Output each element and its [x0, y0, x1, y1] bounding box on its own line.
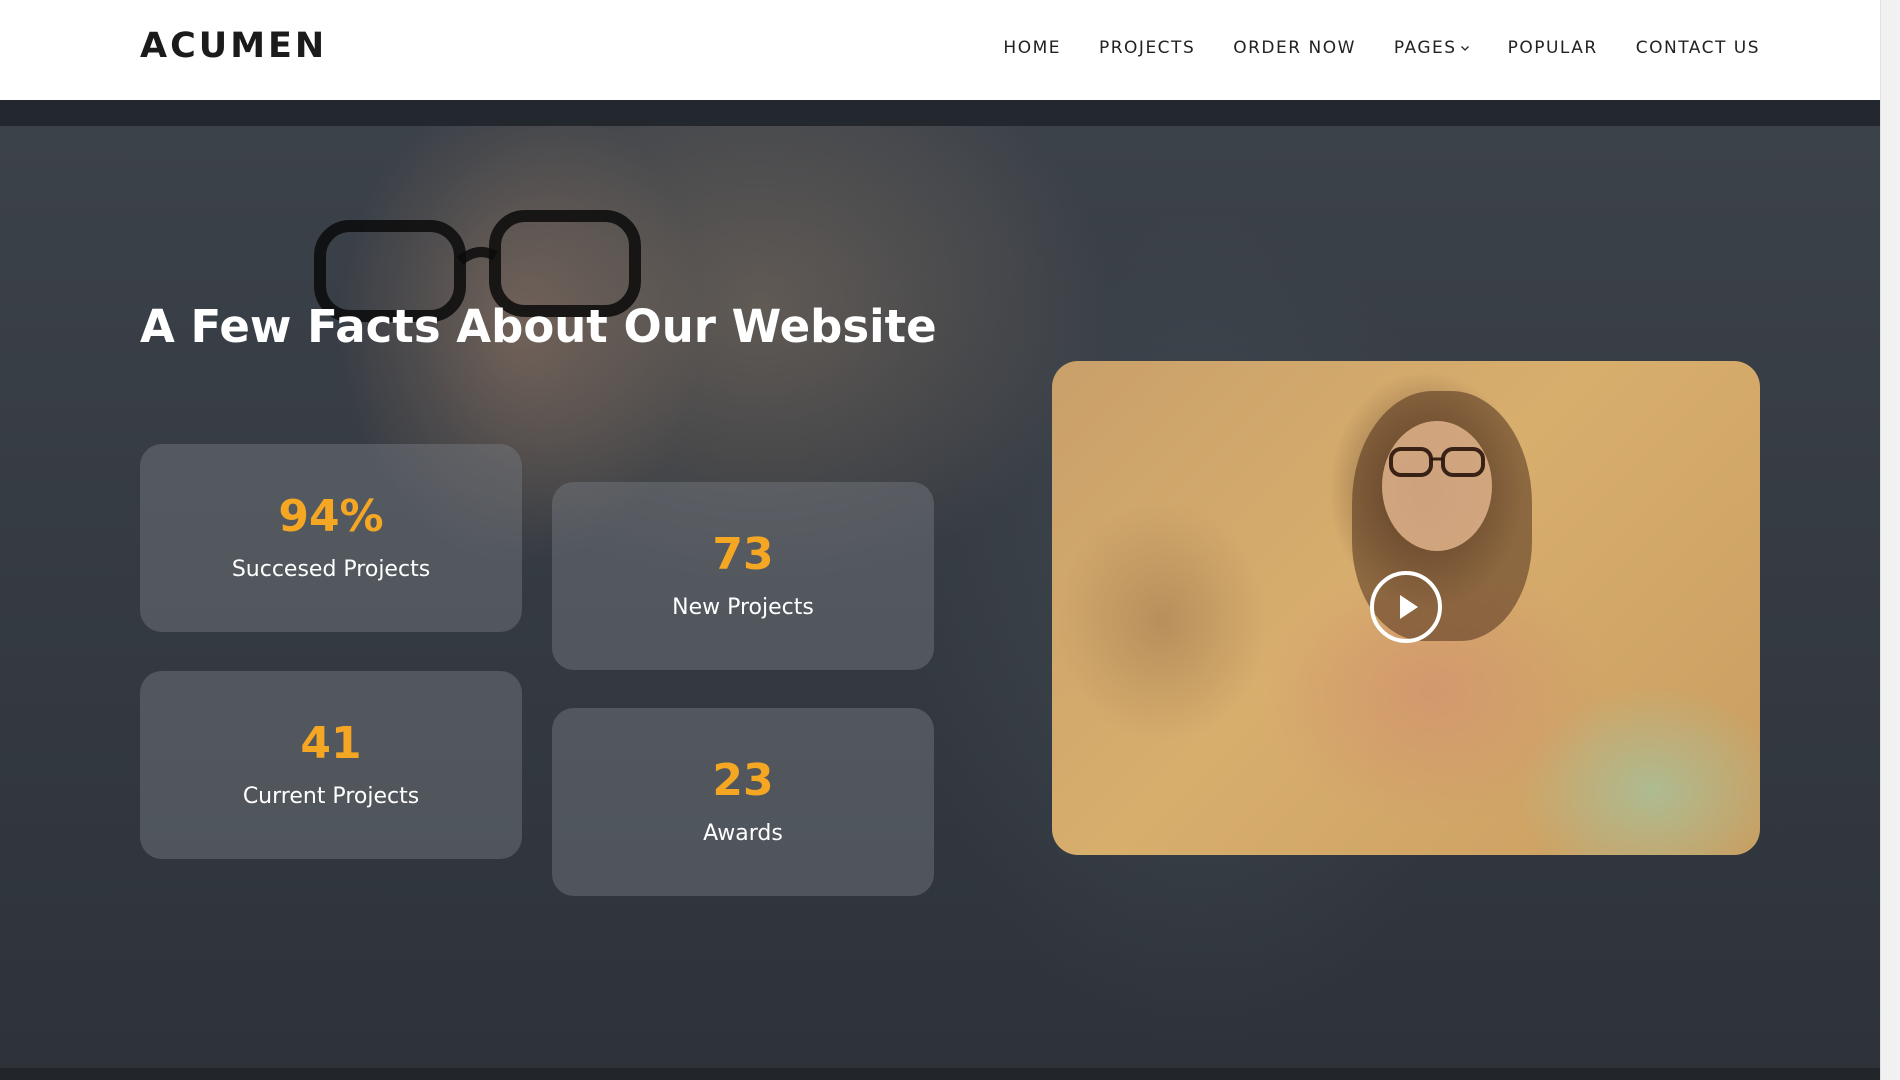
fact-label: Current Projects	[242, 783, 420, 809]
video-thumbnail-glasses	[1389, 447, 1485, 477]
site-logo[interactable]: ACUMEN	[140, 26, 327, 66]
nav-popular-label: POPULAR	[1507, 38, 1598, 58]
fact-value: 73	[712, 528, 774, 580]
page-scrollbar[interactable]	[1880, 0, 1900, 1080]
nav-pages[interactable]: PAGES	[1394, 38, 1470, 58]
nav-contact-us[interactable]: CONTACT US	[1636, 38, 1760, 58]
nav-projects-label: PROJECTS	[1098, 38, 1196, 58]
nav-projects[interactable]: PROJECTS	[1099, 38, 1195, 58]
fact-value: 41	[300, 717, 362, 769]
nav-order-now[interactable]: ORDER NOW	[1233, 38, 1356, 58]
play-icon	[1399, 595, 1418, 619]
video-thumbnail[interactable]	[1052, 361, 1760, 855]
play-button[interactable]	[1370, 571, 1442, 643]
fact-card-succesed-projects: 94% Succesed Projects	[140, 444, 522, 632]
fact-card-new-projects: 73 New Projects	[552, 482, 934, 670]
fact-card-awards: 23 Awards	[552, 708, 934, 896]
nav-home[interactable]: HOME	[1003, 38, 1061, 58]
fact-value: 94%	[278, 490, 384, 542]
fact-label: New Projects	[672, 594, 814, 620]
fact-label: Succesed Projects	[231, 556, 431, 582]
facts-title: A Few Facts About Our Website	[140, 300, 937, 353]
section-bottom-strip	[0, 1068, 1900, 1080]
nav-contact-us-label: CONTACT US	[1635, 38, 1760, 58]
nav-pages-label: PAGES	[1393, 38, 1457, 58]
fact-label: Awards	[703, 820, 783, 846]
nav-home-label: HOME	[1003, 38, 1061, 58]
main-nav: HOME PROJECTS ORDER NOW PAGES POPULAR CO…	[1003, 38, 1760, 58]
nav-order-now-label: ORDER NOW	[1233, 38, 1356, 58]
fact-card-current-projects: 41 Current Projects	[140, 671, 522, 859]
fact-value: 23	[712, 754, 774, 806]
decorative-pattern-strip	[0, 100, 1900, 126]
chevron-down-icon	[1460, 46, 1469, 51]
site-header: ACUMEN HOME PROJECTS ORDER NOW PAGES POP…	[0, 0, 1900, 100]
nav-popular[interactable]: POPULAR	[1508, 38, 1598, 58]
